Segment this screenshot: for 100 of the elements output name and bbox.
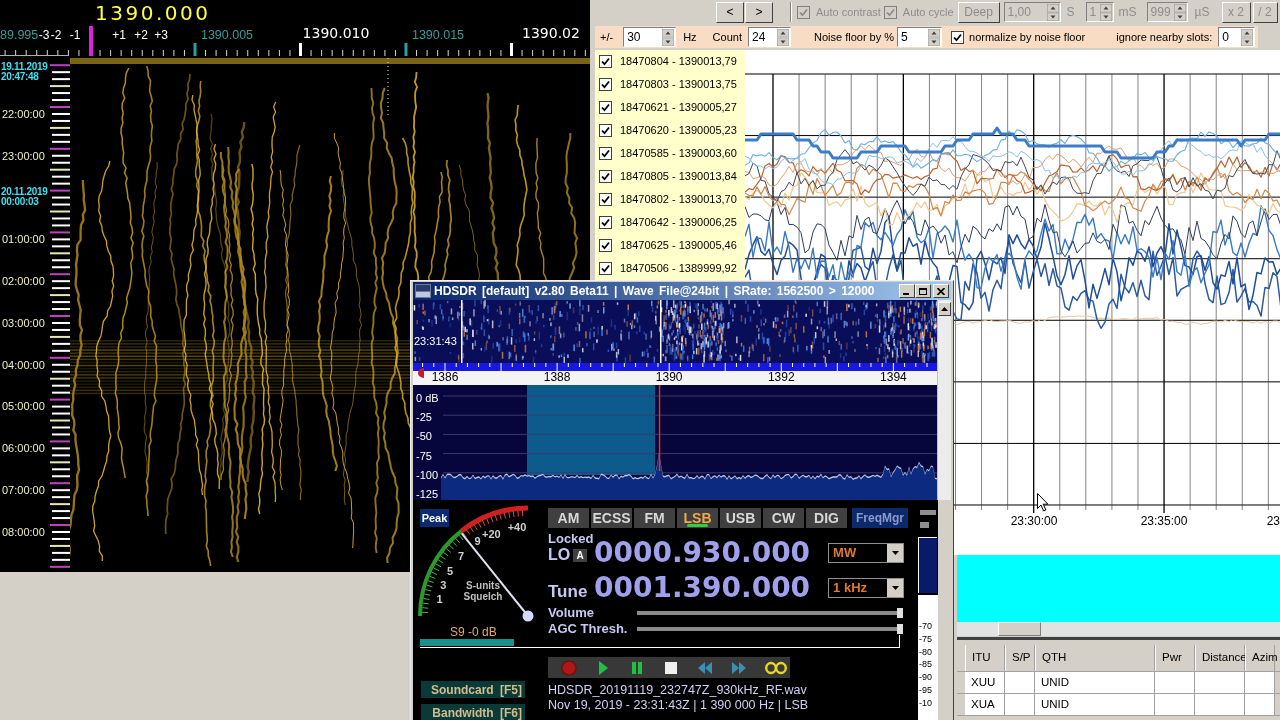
checkmark-icon	[601, 103, 610, 112]
checkmark-icon	[953, 32, 963, 42]
number-field[interactable]: 5	[897, 27, 943, 47]
peak-button[interactable]: Peak	[420, 509, 449, 527]
signal-reading: S9 -0 dB	[450, 626, 497, 639]
slider-thumb[interactable]	[897, 608, 903, 618]
tuning-marker-icon	[418, 368, 424, 378]
time-label: 23:00:00	[2, 149, 45, 162]
unit-label: µS	[1194, 4, 1210, 21]
step-dropdown[interactable]: 1 kHz	[828, 578, 905, 598]
date-label: 19.11.2019	[1, 62, 48, 72]
scale-label: -95	[919, 685, 932, 695]
checkmark-icon	[601, 218, 610, 227]
unit-label: Hz	[683, 29, 697, 45]
offset-label: -2	[50, 29, 62, 42]
table-cell: UNID	[1035, 694, 1155, 715]
scale-label: -90	[919, 672, 932, 683]
station-label: 18470621 - 1390005,27	[620, 100, 737, 116]
time-label: 01:00:00	[2, 233, 45, 246]
field-label: Count	[712, 29, 742, 45]
mode-tab[interactable]: LSB	[677, 508, 718, 528]
field-label: Noise floor by %	[813, 29, 895, 45]
station-label: 18470805 - 1390013,84	[620, 169, 737, 185]
mode-tab[interactable]: AM	[548, 508, 589, 528]
checkbox[interactable]	[599, 239, 612, 252]
checkmark-icon	[601, 241, 610, 250]
table-cell: XUA	[965, 694, 1005, 715]
spinner-arrows-icon[interactable]	[776, 28, 789, 46]
checkbox-label: Auto cycle	[902, 4, 954, 20]
slider-label: Volume	[548, 606, 595, 620]
checkbox[interactable]	[599, 147, 612, 160]
spinner-arrows-icon[interactable]	[662, 28, 675, 46]
time-label: 02:00:00	[2, 275, 45, 287]
scrollbar-thumb[interactable]	[998, 622, 1041, 636]
checkmark-icon	[601, 149, 610, 158]
scale-label: -70	[919, 621, 932, 631]
selected-indicator-icon	[687, 524, 708, 527]
frequency-label: 1388	[543, 371, 571, 384]
checkbox[interactable]	[599, 124, 612, 137]
scale-label: +20	[482, 528, 501, 540]
panel-button[interactable]: Soundcard [F5]	[421, 681, 525, 698]
dropdown-arrow-icon[interactable]	[891, 586, 899, 590]
rewind-icon[interactable]	[697, 659, 713, 676]
station-label: 18470803 - 1390013,75	[620, 77, 737, 93]
checkbox[interactable]	[599, 55, 612, 68]
field-label: +/-	[600, 29, 614, 45]
column-header[interactable]: ITU	[965, 645, 1005, 671]
frequency-label: 1390.015	[411, 29, 465, 42]
checkbox[interactable]	[599, 78, 612, 91]
number-field[interactable]: 30	[623, 27, 677, 47]
column-header[interactable]: QTH	[1035, 645, 1155, 671]
time-label: 03:00:00	[2, 316, 45, 329]
column-header[interactable]: Pwr	[1155, 645, 1195, 671]
db-label: -50	[416, 430, 432, 443]
loop-icon[interactable]	[765, 660, 787, 675]
mode-tab[interactable]: ECSS	[591, 508, 632, 528]
horizontal-scrollbar[interactable]	[957, 622, 1280, 636]
checkmark-icon	[601, 172, 610, 181]
station-label: 18470585 - 1390003,60	[620, 146, 737, 162]
checkmark-icon	[601, 126, 610, 135]
column-header[interactable]: Distance	[1195, 645, 1245, 671]
table-cell: UNID	[1035, 672, 1155, 693]
panel-button[interactable]: Bandwidth [F6]	[421, 704, 525, 720]
db-label: -100	[416, 468, 439, 481]
spinner-arrows-icon[interactable]	[1241, 28, 1254, 46]
frequency-label: 89.995	[0, 29, 39, 42]
checkbox[interactable]	[599, 216, 612, 229]
checkbox[interactable]	[599, 193, 612, 206]
mode-tab[interactable]: FM	[634, 508, 675, 528]
frequency-label: 1390.010	[302, 26, 370, 41]
time-label: 08:00:00	[2, 525, 45, 538]
time-label: 05:00:00	[2, 400, 45, 413]
offset-label: -3	[38, 29, 50, 42]
time-label: 07:00:00	[2, 484, 45, 496]
slider-thumb[interactable]	[897, 624, 903, 634]
offset-label: +1	[112, 29, 126, 42]
station-label: 18470625 - 1390005,46	[620, 238, 737, 254]
stop-icon[interactable]	[663, 659, 679, 676]
checkbox[interactable]	[599, 101, 612, 114]
checkbox-label: Auto contrast	[816, 4, 881, 20]
fast-forward-icon[interactable]	[731, 659, 747, 676]
checkmark-icon	[601, 57, 610, 66]
nav-button[interactable]: >	[745, 1, 773, 23]
spinner-arrows-icon[interactable]	[928, 28, 941, 46]
checkbox[interactable]	[951, 30, 965, 44]
unit-label: S	[1066, 4, 1075, 21]
column-header[interactable]: S/P	[1005, 645, 1035, 671]
db-label: -125	[416, 488, 439, 500]
pause-icon[interactable]	[629, 659, 645, 676]
number-field[interactable]: 0	[1218, 27, 1256, 47]
number-field[interactable]: 24	[747, 27, 791, 47]
station-label: 18470804 - 1390013,79	[620, 54, 737, 70]
scale-label: -75	[919, 633, 932, 644]
lock-button[interactable]: A	[573, 548, 588, 562]
nav-button[interactable]: <	[716, 1, 744, 23]
checkbox[interactable]	[599, 262, 612, 275]
db-label: -25	[416, 411, 432, 424]
column-header[interactable]: Azim	[1245, 645, 1275, 671]
tune-frequency: 0001.390.000	[594, 574, 811, 602]
checkbox[interactable]	[599, 170, 612, 183]
